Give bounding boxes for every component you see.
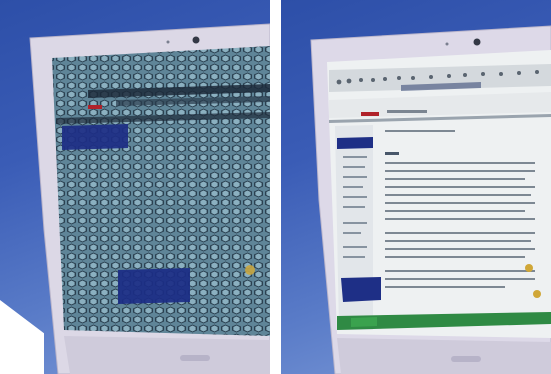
laptop-webpage-illustration xyxy=(310,25,551,374)
laptop-base xyxy=(337,338,551,374)
laptop-base xyxy=(64,336,270,374)
left-nav-footer-block xyxy=(341,277,381,302)
nav-panel-block xyxy=(62,124,128,150)
laptop-photo-privacy-filter xyxy=(0,0,270,374)
footer-panel-block xyxy=(118,268,190,304)
laptop-privacy-illustration xyxy=(29,23,270,374)
laptop-photo-web-page xyxy=(281,0,551,374)
